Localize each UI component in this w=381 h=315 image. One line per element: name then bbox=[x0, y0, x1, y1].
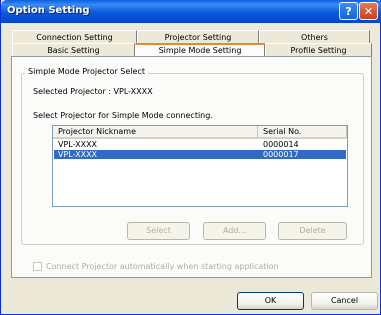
tab-others[interactable]: Others bbox=[259, 30, 370, 43]
window-title: Option Setting bbox=[7, 5, 90, 16]
help-icon: ? bbox=[345, 4, 352, 18]
tab-profile-setting[interactable]: Profile Setting bbox=[265, 43, 372, 56]
ok-button[interactable]: OK bbox=[237, 292, 304, 310]
title-bar[interactable]: Option Setting ? ✕ bbox=[1, 0, 381, 23]
close-icon: ✕ bbox=[363, 4, 374, 18]
list-item[interactable]: VPL-XXXX 0000014 bbox=[54, 140, 346, 149]
tab-projector-setting[interactable]: Projector Setting bbox=[137, 30, 259, 43]
column-header-serial[interactable]: Serial No. bbox=[258, 126, 347, 139]
tab-connection-setting[interactable]: Connection Setting bbox=[12, 30, 137, 43]
serial-cell: 0000017 bbox=[263, 150, 299, 159]
tab-simple-mode-setting[interactable]: Simple Mode Setting bbox=[135, 43, 265, 56]
projector-list[interactable]: Projector Nickname Serial No. VPL-XXXX 0… bbox=[52, 125, 348, 207]
close-button[interactable]: ✕ bbox=[359, 2, 378, 20]
option-setting-window: Option Setting ? ✕ Connection Setting Pr… bbox=[0, 0, 381, 315]
nickname-cell: VPL-XXXX bbox=[58, 150, 98, 159]
auto-connect-checkbox[interactable] bbox=[33, 262, 42, 271]
instruction-label: Select Projector for Simple Mode connect… bbox=[33, 111, 213, 120]
select-button[interactable]: Select bbox=[127, 222, 190, 240]
add-button[interactable]: Add... bbox=[203, 222, 266, 240]
cancel-button[interactable]: Cancel bbox=[311, 292, 378, 310]
auto-connect-label: Connect Projector automatically when sta… bbox=[46, 262, 279, 271]
tab-basic-setting[interactable]: Basic Setting bbox=[12, 43, 135, 56]
group-legend: Simple Mode Projector Select bbox=[25, 67, 148, 76]
column-header-nickname[interactable]: Projector Nickname bbox=[53, 126, 258, 139]
delete-button[interactable]: Delete bbox=[278, 222, 347, 240]
nickname-cell: VPL-XXXX bbox=[58, 140, 98, 149]
selected-projector-label: Selected Projector : VPL-XXXX bbox=[33, 87, 153, 96]
help-button[interactable]: ? bbox=[339, 2, 358, 20]
list-item-selected[interactable]: VPL-XXXX 0000017 bbox=[54, 150, 346, 159]
serial-cell: 0000014 bbox=[263, 140, 299, 149]
